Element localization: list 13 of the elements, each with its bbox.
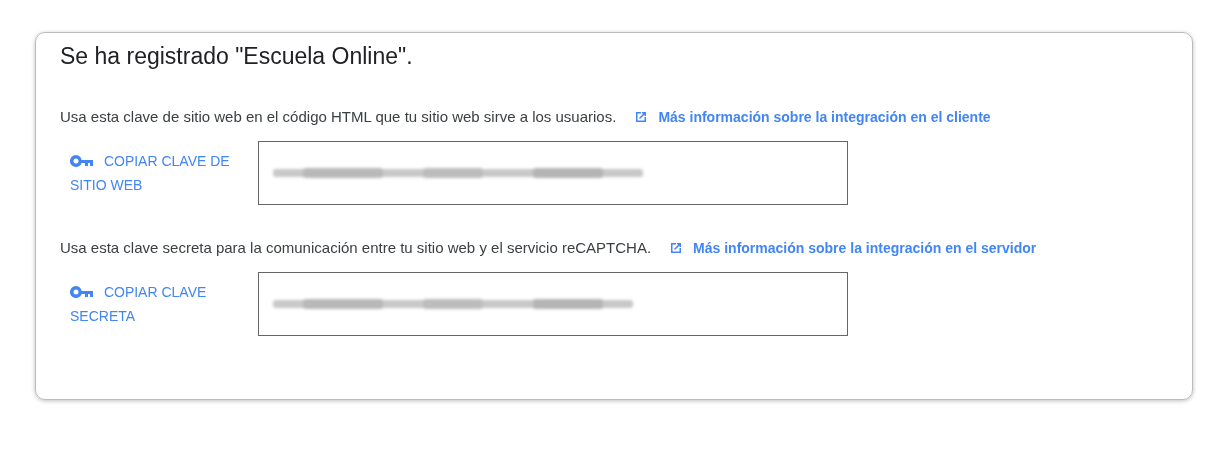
key-field[interactable] (258, 141, 848, 205)
copy-key-button[interactable]: COPIAR CLAVE DE SITIO WEB (70, 141, 248, 197)
description-text: Usa esta clave secreta para la comunicación entre tu sitio web y el servicio reCAPTCHA. (60, 239, 652, 256)
info-link[interactable]: Más información sobre la integración en el servidor (693, 239, 1037, 256)
key-field[interactable] (258, 272, 848, 336)
key-icon (70, 155, 94, 167)
page-title: Se ha registrado "Escuela Online". (60, 43, 414, 70)
external-link-icon (634, 109, 649, 124)
key-icon (70, 286, 94, 298)
external-link-icon (669, 240, 684, 255)
info-link[interactable]: Más información sobre la integración en el cliente (658, 108, 991, 125)
copy-key-button[interactable]: COPIAR CLAVE SECRETA (70, 272, 248, 328)
description-text: Usa esta clave de sitio web en el código HTML que tu sitio web sirve a los usuarios. (60, 108, 617, 125)
